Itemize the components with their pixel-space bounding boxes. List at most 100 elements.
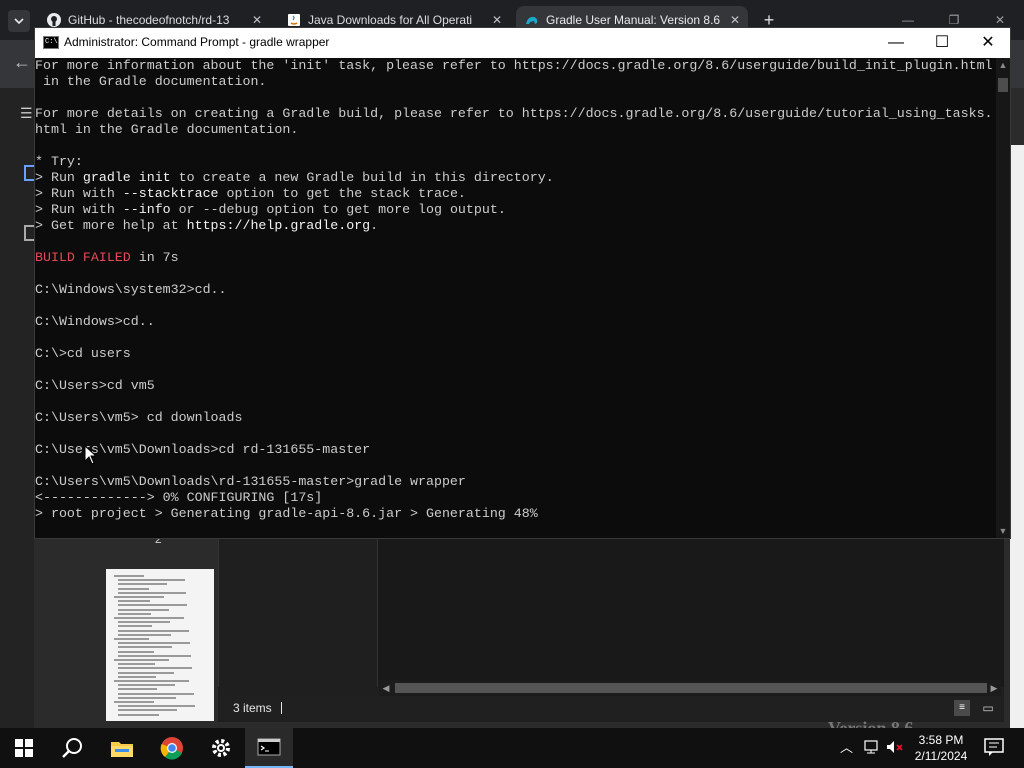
taskbar: ︿ 3:58 PM 2/11/2024 xyxy=(0,728,1024,768)
minimize-button[interactable]: — xyxy=(873,28,919,58)
thumbnail-text-line xyxy=(118,579,185,582)
item-count: 3 items xyxy=(233,701,272,715)
navigation-pane xyxy=(218,537,377,687)
show-hidden-icons-icon[interactable]: ︿ xyxy=(840,740,853,756)
console-line: C:\Users>cd vm5 xyxy=(35,378,155,393)
close-button[interactable]: ✕ xyxy=(965,28,1011,58)
github-icon xyxy=(46,12,62,28)
console-line: For more details on creating a Gradle bu… xyxy=(35,106,993,121)
thumbnail-text-line xyxy=(118,705,195,708)
document-thumbnail[interactable] xyxy=(106,569,214,721)
volume-muted-icon[interactable] xyxy=(886,740,904,758)
page-scrollbar[interactable] xyxy=(1010,145,1024,728)
back-arrow-icon[interactable]: ← xyxy=(10,50,34,74)
maximize-button[interactable]: ☐ xyxy=(919,28,965,58)
file-list-pane xyxy=(377,537,1004,687)
windows-start-icon[interactable] xyxy=(0,728,48,768)
search-icon[interactable] xyxy=(48,728,96,768)
system-clock[interactable]: 3:58 PM 2/11/2024 xyxy=(912,732,970,764)
window-title: Administrator: Command Prompt - gradle w… xyxy=(64,35,330,49)
hamburger-menu-icon[interactable]: ☰ xyxy=(20,106,34,120)
status-separator xyxy=(281,702,282,714)
thumbnail-text-line xyxy=(118,629,189,632)
tab-search-button[interactable] xyxy=(8,10,30,32)
console-line: > Run with --info or --debug option to g… xyxy=(35,202,506,217)
clock-time: 3:58 PM xyxy=(918,733,964,747)
thumbnail-text-line xyxy=(114,659,169,661)
thumbnail-text-line xyxy=(118,650,154,653)
console-output[interactable]: For more information about the 'init' ta… xyxy=(35,58,996,538)
thumbnail-text-line xyxy=(114,701,154,703)
thumbnail-text-line xyxy=(118,633,171,636)
thumbnail-text-line xyxy=(118,709,177,712)
details-view-icon[interactable]: ≡ xyxy=(954,700,970,716)
command-prompt-icon: C:\ xyxy=(43,36,59,49)
settings-icon[interactable] xyxy=(197,728,245,768)
thumbnail-text-line xyxy=(118,667,192,670)
tab-title: Gradle User Manual: Version 8.6 xyxy=(546,13,721,27)
thumbnail-text-line xyxy=(118,621,170,624)
thumbnail-text-line xyxy=(118,713,159,716)
scroll-down-icon[interactable]: ▼ xyxy=(996,524,1010,538)
thumbnail-text-line xyxy=(114,638,149,640)
scroll-up-icon[interactable]: ▲ xyxy=(996,58,1010,72)
thumbnail-text-line xyxy=(118,583,167,586)
thumbnail-text-line xyxy=(118,654,191,657)
chrome-icon[interactable] xyxy=(148,728,196,768)
document-icon[interactable] xyxy=(24,165,34,181)
thumbnail-text-line xyxy=(114,617,184,619)
thumbnail-text-line xyxy=(118,646,172,649)
console-line: > Run gradle init to create a new Gradle… xyxy=(35,170,554,185)
explorer-status-bar: 3 items xyxy=(218,696,1004,720)
console-line: C:\Windows>cd.. xyxy=(35,314,155,329)
console-line: C:\Users\vm5\Downloads>cd rd-131655-mast… xyxy=(35,442,371,457)
tab-title: Java Downloads for All Operati xyxy=(308,13,473,27)
console-line: For more information about the 'init' ta… xyxy=(35,58,993,73)
thumbnail-text-line xyxy=(118,604,187,607)
mouse-cursor-icon xyxy=(84,445,98,465)
console-line: > root project > Generating gradle-api-8… xyxy=(35,506,538,521)
console-line: > Get more help at https://help.gradle.o… xyxy=(35,218,379,233)
tab-title: GitHub - thecodeofnotch/rd-13 xyxy=(68,13,230,27)
gradle-icon xyxy=(524,12,540,28)
notification-icon[interactable] xyxy=(984,738,1004,760)
scroll-left-icon[interactable]: ◀ xyxy=(379,680,393,696)
thumbnail-text-line xyxy=(118,587,149,590)
console-line: <-------------> 0% CONFIGURING [17s] xyxy=(35,490,323,505)
thumbnail-text-line xyxy=(118,642,190,645)
thumbnail-text-line xyxy=(118,696,176,699)
thumbnail-text-line xyxy=(114,680,189,682)
thumbnail-text-line xyxy=(118,675,156,678)
desktop-screen: GitHub - thecodeofnotch/rd-13 ✕ Java Dow… xyxy=(0,0,1024,768)
console-line: * Try: xyxy=(35,154,83,169)
thumbnail-text-line xyxy=(118,684,175,687)
console-scrollbar[interactable]: ▲ ▼ xyxy=(996,58,1010,538)
scrollbar-thumb[interactable] xyxy=(998,78,1008,92)
console-line: html in the Gradle documentation. xyxy=(35,122,299,137)
build-failed-text: BUILD FAILED xyxy=(35,250,131,265)
network-icon[interactable] xyxy=(864,740,880,758)
console-line: C:\Users\vm5> cd downloads xyxy=(35,410,243,425)
chevron-down-icon xyxy=(14,18,24,25)
scrollbar-thumb[interactable] xyxy=(395,683,987,693)
console-line: BUILD FAILED in 7s xyxy=(35,250,996,266)
file-explorer-icon[interactable] xyxy=(98,728,146,768)
console-line: in the Gradle documentation. xyxy=(35,74,267,89)
build-duration-text: in 7s xyxy=(130,250,179,265)
file-icon[interactable] xyxy=(24,225,34,241)
command-prompt-taskbar-icon[interactable] xyxy=(245,728,293,768)
scroll-right-icon[interactable]: ▶ xyxy=(987,680,1001,696)
java-icon xyxy=(286,12,302,28)
large-icons-view-icon[interactable]: ▭ xyxy=(980,700,996,716)
cmd-title-bar[interactable]: C:\ Administrator: Command Prompt - grad… xyxy=(35,28,1010,58)
thumbnail-text-line xyxy=(118,671,174,674)
horizontal-scrollbar[interactable]: ◀ ▶ xyxy=(379,680,1001,696)
